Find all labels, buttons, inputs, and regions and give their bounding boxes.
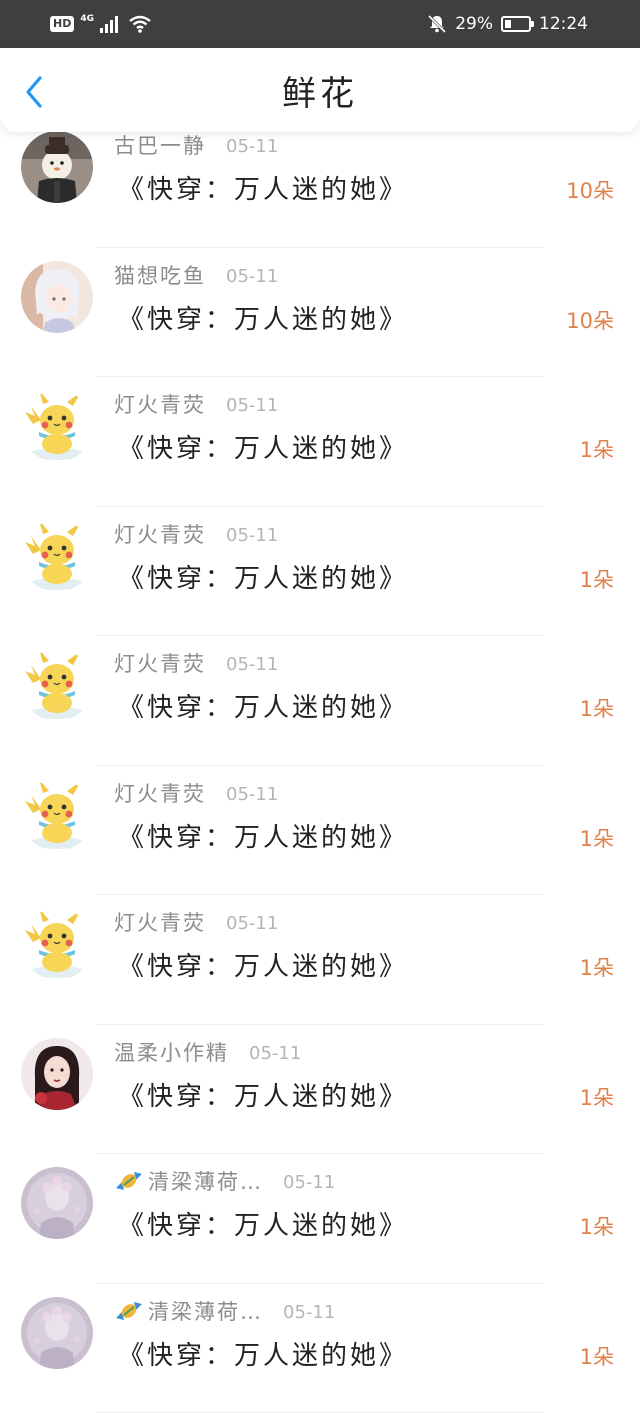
list-item[interactable]: 清梁薄荷… 05-11 《快穿：万人迷的她》 1朵 — [0, 1154, 640, 1284]
avatar[interactable] — [21, 520, 93, 592]
purple-flower-avatar — [21, 1297, 93, 1369]
entry-date: 05-11 — [249, 1041, 301, 1067]
entry-date: 05-11 — [226, 264, 278, 290]
username[interactable]: 灯火青荧 — [114, 780, 206, 808]
username[interactable]: 猫想吃鱼 — [114, 262, 206, 290]
flower-count: 10朵 — [566, 306, 614, 336]
flower-count: 1朵 — [580, 1083, 614, 1113]
battery-fill — [505, 20, 511, 28]
anime-girl-avatar — [21, 261, 93, 333]
username[interactable]: 灯火青荧 — [114, 909, 206, 937]
avatar[interactable] — [21, 1167, 93, 1239]
battery-icon — [501, 16, 531, 32]
username-text: 温柔小作精 — [114, 1041, 229, 1065]
username[interactable]: 灯火青荧 — [114, 391, 206, 419]
clock: 12:24 — [539, 14, 588, 34]
book-title: 《快穿：万人迷的她》 — [118, 1208, 408, 1244]
snowman-avatar — [21, 131, 93, 203]
pikachu-avatar — [21, 390, 93, 462]
entry-date: 05-11 — [283, 1170, 335, 1196]
list-item[interactable]: 清梁薄荷… 05-11 《快穿：万人迷的她》 1朵 — [0, 1284, 640, 1413]
username-text: 清梁薄荷… — [148, 1300, 263, 1324]
username[interactable]: 温柔小作精 — [114, 1039, 229, 1067]
username[interactable]: 清梁薄荷… — [114, 1298, 263, 1326]
username-text: 灯火青荧 — [114, 652, 206, 676]
bell-muted-icon — [427, 14, 447, 34]
avatar[interactable] — [21, 1038, 93, 1110]
avatar[interactable] — [21, 649, 93, 721]
flower-count: 1朵 — [580, 1212, 614, 1242]
list-item[interactable]: 温柔小作精 05-11 《快穿：万人迷的她》 1朵 — [0, 1025, 640, 1155]
flower-count: 1朵 — [580, 824, 614, 854]
network-type: 4G — [80, 14, 94, 24]
username[interactable]: 清梁薄荷… — [114, 1168, 263, 1196]
book-title: 《快穿：万人迷的她》 — [118, 1338, 408, 1374]
status-bar-left: HD 4G — [50, 12, 152, 36]
status-bar-right: 29% 12:24 — [427, 12, 588, 36]
book-title: 《快穿：万人迷的她》 — [118, 820, 408, 856]
entry-date: 05-11 — [226, 911, 278, 937]
book-title: 《快穿：万人迷的她》 — [118, 1079, 408, 1115]
list-item[interactable]: 灯火青荧 05-11 《快穿：万人迷的她》 1朵 — [0, 895, 640, 1025]
list-item[interactable]: 古巴一静 05-11 《快穿：万人迷的她》 10朵 — [0, 118, 640, 248]
battery-percent: 29% — [455, 14, 493, 34]
list-item[interactable]: 灯火青荧 05-11 《快穿：万人迷的她》 1朵 — [0, 507, 640, 637]
girl-portrait-avatar — [21, 1038, 93, 1110]
avatar[interactable] — [21, 131, 93, 203]
entry-date: 05-11 — [226, 134, 278, 160]
signal-icon — [100, 15, 122, 33]
username-text: 猫想吃鱼 — [114, 264, 206, 288]
pikachu-avatar — [21, 520, 93, 592]
book-title: 《快穿：万人迷的她》 — [118, 561, 408, 597]
avatar[interactable] — [21, 390, 93, 462]
list-item[interactable]: 灯火青荧 05-11 《快穿：万人迷的她》 1朵 — [0, 636, 640, 766]
pikachu-avatar — [21, 779, 93, 851]
header: 鲜花 — [0, 48, 640, 132]
book-title: 《快穿：万人迷的她》 — [118, 172, 408, 208]
flower-list: 古巴一静 05-11 《快穿：万人迷的她》 10朵 猫想吃鱼 05-11 《快穿：万人迷的… — [0, 118, 640, 1413]
flower-count: 1朵 — [580, 435, 614, 465]
avatar[interactable] — [21, 779, 93, 851]
username-text: 清梁薄荷… — [148, 1170, 263, 1194]
avatar[interactable] — [21, 261, 93, 333]
flower-count: 1朵 — [580, 953, 614, 983]
book-title: 《快穿：万人迷的她》 — [118, 690, 408, 726]
book-title: 《快穿：万人迷的她》 — [118, 949, 408, 985]
hd-badge: HD — [50, 16, 74, 32]
book-title: 《快穿：万人迷的她》 — [118, 431, 408, 467]
username-text: 灯火青荧 — [114, 393, 206, 417]
list-item[interactable]: 灯火青荧 05-11 《快穿：万人迷的她》 1朵 — [0, 377, 640, 507]
candy-icon — [114, 1168, 144, 1194]
flower-count: 1朵 — [580, 1342, 614, 1372]
avatar[interactable] — [21, 908, 93, 980]
flower-count: 10朵 — [566, 176, 614, 206]
purple-flower-avatar — [21, 1167, 93, 1239]
entry-date: 05-11 — [226, 523, 278, 549]
username[interactable]: 灯火青荧 — [114, 521, 206, 549]
username[interactable]: 古巴一静 — [114, 132, 206, 160]
page-title: 鲜花 — [0, 74, 640, 114]
username[interactable]: 灯火青荧 — [114, 650, 206, 678]
avatar[interactable] — [21, 1297, 93, 1369]
book-title: 《快穿：万人迷的她》 — [118, 302, 408, 338]
flower-count: 1朵 — [580, 694, 614, 724]
list-item[interactable]: 灯火青荧 05-11 《快穿：万人迷的她》 1朵 — [0, 766, 640, 896]
entry-date: 05-11 — [226, 782, 278, 808]
list-item[interactable]: 猫想吃鱼 05-11 《快穿：万人迷的她》 10朵 — [0, 248, 640, 378]
candy-icon — [114, 1298, 144, 1324]
username-text: 灯火青荧 — [114, 782, 206, 806]
flower-count: 1朵 — [580, 565, 614, 595]
username-text: 灯火青荧 — [114, 911, 206, 935]
username-text: 古巴一静 — [114, 134, 206, 158]
username-text: 灯火青荧 — [114, 523, 206, 547]
entry-date: 05-11 — [226, 652, 278, 678]
entry-date: 05-11 — [226, 393, 278, 419]
wifi-icon — [128, 15, 152, 33]
pikachu-avatar — [21, 649, 93, 721]
status-bar: HD 4G 29% 12:24 — [0, 0, 640, 48]
entry-date: 05-11 — [283, 1300, 335, 1326]
pikachu-avatar — [21, 908, 93, 980]
